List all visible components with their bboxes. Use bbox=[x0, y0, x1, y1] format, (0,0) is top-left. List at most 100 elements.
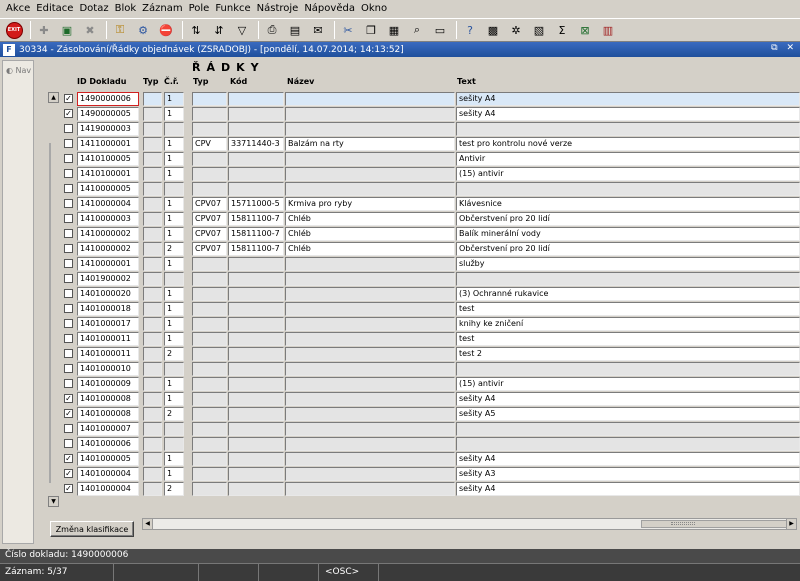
cell-typ1[interactable] bbox=[143, 272, 162, 286]
cell-kod[interactable] bbox=[228, 332, 284, 346]
row-checkbox[interactable] bbox=[64, 379, 73, 388]
cell-typ[interactable] bbox=[192, 182, 227, 196]
cell-typ[interactable] bbox=[192, 482, 227, 496]
cell-typ1[interactable] bbox=[143, 347, 162, 361]
document-icon[interactable]: ▭ bbox=[430, 20, 450, 40]
print-icon[interactable]: ⎙ bbox=[262, 20, 282, 40]
cell-typ1[interactable] bbox=[143, 137, 162, 151]
scroll-down-icon[interactable]: ▼ bbox=[48, 496, 59, 507]
window-controls[interactable]: ⧉ ✕ bbox=[771, 43, 797, 53]
scroll-thumb[interactable] bbox=[641, 520, 787, 528]
row-checkbox[interactable] bbox=[64, 424, 73, 433]
row-checkbox[interactable]: ✓ bbox=[64, 94, 73, 103]
cell-cr[interactable]: 1 bbox=[164, 377, 184, 391]
cell-kod[interactable] bbox=[228, 437, 284, 451]
cell-typ[interactable] bbox=[192, 302, 227, 316]
cell-nazev[interactable] bbox=[285, 287, 455, 301]
cell-kod[interactable] bbox=[228, 362, 284, 376]
cell-cr[interactable]: 1 bbox=[164, 287, 184, 301]
row-checkbox[interactable] bbox=[64, 154, 73, 163]
table-row[interactable]: 1410000004 1 CPV07 15711000-5 Krmiva pro ryb… bbox=[36, 197, 800, 212]
cell-typ[interactable] bbox=[192, 122, 227, 136]
row-checkbox[interactable] bbox=[64, 439, 73, 448]
cell-nazev[interactable] bbox=[285, 362, 455, 376]
row-checkbox[interactable] bbox=[64, 364, 73, 373]
cell-typ[interactable] bbox=[192, 287, 227, 301]
cell-cr[interactable]: 1 bbox=[164, 332, 184, 346]
cell-kod[interactable] bbox=[228, 407, 284, 421]
cell-typ1[interactable] bbox=[143, 467, 162, 481]
cell-cr[interactable]: 2 bbox=[164, 482, 184, 496]
cell-typ1[interactable] bbox=[143, 167, 162, 181]
cell-nazev[interactable] bbox=[285, 167, 455, 181]
cell-nazev[interactable]: Balzám na rty bbox=[285, 137, 455, 151]
cell-kod[interactable] bbox=[228, 272, 284, 286]
cell-kod[interactable] bbox=[228, 452, 284, 466]
sort-desc-icon[interactable]: ⇵ bbox=[209, 20, 229, 40]
table-row[interactable]: 1401000011 1 test bbox=[36, 332, 800, 347]
cell-kod[interactable]: 15811100-7 bbox=[228, 212, 284, 226]
table-row[interactable]: 1410000002 1 CPV07 15811100-7 Chléb Balík min… bbox=[36, 227, 800, 242]
menu-item[interactable]: Dotaz bbox=[76, 0, 111, 18]
cell-id[interactable]: 1419000003 bbox=[77, 122, 139, 136]
cell-kod[interactable] bbox=[228, 482, 284, 496]
cell-id[interactable]: 1410000004 bbox=[77, 197, 139, 211]
cell-kod[interactable]: 15811100-7 bbox=[228, 227, 284, 241]
table-row[interactable]: 1401900002 bbox=[36, 272, 800, 287]
scroll-left-icon[interactable]: ◀ bbox=[143, 519, 153, 529]
cell-text[interactable]: sešity A4 bbox=[456, 392, 800, 406]
cell-typ[interactable] bbox=[192, 107, 227, 121]
cell-id[interactable]: 1490000005 bbox=[77, 107, 139, 121]
cell-kod[interactable] bbox=[228, 287, 284, 301]
cell-kod[interactable] bbox=[228, 317, 284, 331]
table-row[interactable]: ✓ 1401000008 2 sešity A5 bbox=[36, 407, 800, 422]
cell-typ1[interactable] bbox=[143, 212, 162, 226]
cell-typ1[interactable] bbox=[143, 332, 162, 346]
cell-nazev[interactable] bbox=[285, 437, 455, 451]
exit-button[interactable]: EXIT bbox=[4, 20, 24, 40]
cell-nazev[interactable] bbox=[285, 407, 455, 421]
table-row[interactable]: ✓ 1401000004 2 sešity A4 bbox=[36, 482, 800, 497]
cell-nazev[interactable] bbox=[285, 377, 455, 391]
row-checkbox[interactable] bbox=[64, 184, 73, 193]
cell-typ1[interactable] bbox=[143, 257, 162, 271]
cell-text[interactable]: sešity A4 bbox=[456, 452, 800, 466]
cell-kod[interactable] bbox=[228, 377, 284, 391]
menu-item[interactable]: Okno bbox=[358, 0, 390, 18]
cell-typ1[interactable] bbox=[143, 302, 162, 316]
table-row[interactable]: 1410100005 1 Antivir bbox=[36, 152, 800, 167]
menu-item[interactable]: Editace bbox=[33, 0, 76, 18]
cell-cr[interactable]: 1 bbox=[164, 137, 184, 151]
cell-typ1[interactable] bbox=[143, 392, 162, 406]
image-icon[interactable]: ▧ bbox=[529, 20, 549, 40]
cut-icon[interactable]: ✂ bbox=[338, 20, 358, 40]
cell-cr[interactable] bbox=[164, 272, 184, 286]
cell-text[interactable] bbox=[456, 362, 800, 376]
cell-text[interactable]: sešity A4 bbox=[456, 107, 800, 121]
cell-id[interactable]: 1401000005 bbox=[77, 452, 139, 466]
cell-typ[interactable]: CPV07 bbox=[192, 227, 227, 241]
cell-nazev[interactable]: Chléb bbox=[285, 242, 455, 256]
cell-typ1[interactable] bbox=[143, 227, 162, 241]
table-row[interactable]: 1401000017 1 knihy ke zničení bbox=[36, 317, 800, 332]
cell-cr[interactable]: 1 bbox=[164, 257, 184, 271]
insert-record-icon[interactable]: ✚ bbox=[34, 20, 54, 40]
cell-cr[interactable]: 1 bbox=[164, 152, 184, 166]
cell-kod[interactable] bbox=[228, 92, 284, 106]
cell-nazev[interactable] bbox=[285, 482, 455, 496]
cell-id[interactable]: 1401000017 bbox=[77, 317, 139, 331]
cell-kod[interactable] bbox=[228, 302, 284, 316]
cell-id[interactable]: 1410000001 bbox=[77, 257, 139, 271]
cell-typ1[interactable] bbox=[143, 452, 162, 466]
menu-item[interactable]: Nástroje bbox=[254, 0, 302, 18]
cell-text[interactable]: Antivir bbox=[456, 152, 800, 166]
excel-icon[interactable]: ⊠ bbox=[575, 20, 595, 40]
row-checkbox[interactable]: ✓ bbox=[64, 109, 73, 118]
cell-cr[interactable]: 2 bbox=[164, 407, 184, 421]
cell-typ[interactable] bbox=[192, 152, 227, 166]
cell-typ1[interactable] bbox=[143, 152, 162, 166]
table-row[interactable]: 1401000007 bbox=[36, 422, 800, 437]
cell-id[interactable]: 1411000001 bbox=[77, 137, 139, 151]
report-icon[interactable]: ▤ bbox=[285, 20, 305, 40]
sort-icon[interactable]: ⇅ bbox=[186, 20, 206, 40]
